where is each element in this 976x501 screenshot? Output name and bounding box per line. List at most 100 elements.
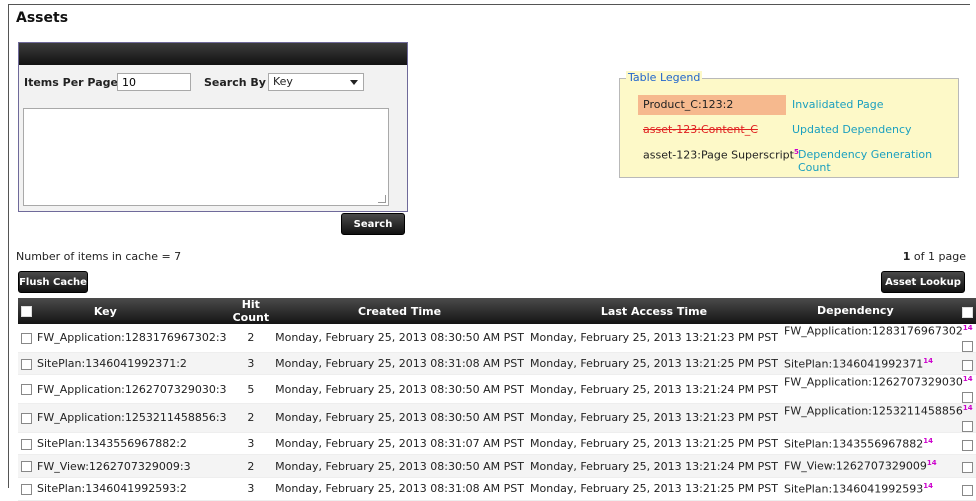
- last-access-time: Monday, February 25, 2013 13:21:23 PM PS…: [530, 331, 778, 345]
- asset-key: FW_View:1262707329009:3: [37, 459, 191, 473]
- dependency-cell: FW_View:126270732900914: [781, 454, 976, 478]
- col-hit-count[interactable]: Hit Count: [229, 298, 273, 324]
- legend-key-updated: asset-123:Content_C: [643, 123, 758, 136]
- legend-desc-invalidated: Invalidated Page: [792, 98, 884, 111]
- key-cell: SitePlan:1343556967882:2: [18, 432, 230, 455]
- table-row[interactable]: FW_Application:1253211458856:3 2 Monday, F…: [18, 403, 976, 433]
- dependency-checkbox[interactable]: [961, 340, 973, 352]
- created-time: Monday, February 25, 2013 08:31:08 AM PS…: [275, 482, 524, 496]
- created-time: Monday, February 25, 2013 08:31:08 AM PS…: [272, 352, 527, 375]
- cache-item-count: Number of items in cache = 7: [16, 250, 182, 263]
- select-all-dependency-checkbox[interactable]: [961, 307, 973, 318]
- hit-count: 5: [247, 382, 255, 396]
- table-row[interactable]: SitePlan:1346041992593:2 3 Monday, Februar…: [18, 478, 976, 501]
- table-row[interactable]: FW_Application:1262707329030:3 5 Monday, F…: [18, 375, 976, 404]
- created-time: Monday, February 25, 2013 08:30:50 AM PS…: [275, 331, 524, 345]
- dependency-cell: FW_Application:128317696730214: [781, 324, 976, 352]
- col-created-time[interactable]: Created Time: [272, 298, 527, 324]
- dependency-checkbox[interactable]: [961, 392, 973, 403]
- search-button[interactable]: Search: [341, 213, 405, 235]
- created-time: Monday, February 25, 2013 08:31:07 AM PS…: [275, 437, 524, 450]
- dependency-link[interactable]: SitePlan:1346041992371: [784, 357, 923, 370]
- legend-desc-generation: Dependency Generation Count: [798, 148, 933, 174]
- key-cell: FW_View:1262707329009:3: [18, 454, 230, 478]
- generation-count: 14: [923, 356, 933, 365]
- table-row[interactable]: SitePlan:1343556967882:2 3 Monday, Februar…: [18, 432, 976, 455]
- resize-grip-icon[interactable]: [378, 195, 386, 203]
- generation-count: 14: [926, 459, 937, 468]
- search-query-textarea[interactable]: [23, 108, 389, 206]
- dependency-checkbox[interactable]: [961, 462, 973, 474]
- key-cell: FW_Application:1283176967302:3: [18, 324, 230, 352]
- search-panel: Items Per Page Search By Key: [18, 42, 408, 212]
- asset-key: SitePlan:1343556967882:2: [37, 437, 187, 450]
- page-current: 1: [902, 250, 911, 263]
- asset-lookup-button[interactable]: Asset Lookup: [881, 271, 965, 293]
- created-time: Monday, February 25, 2013 08:30:50 AM PS…: [272, 403, 527, 433]
- created-time: Monday, February 25, 2013 08:30:50 AM PS…: [275, 382, 524, 396]
- pagination-info: 1 of 1 page: [903, 250, 966, 263]
- chevron-down-icon: [350, 80, 358, 85]
- hit-count: 3: [229, 352, 273, 375]
- dependency-link[interactable]: SitePlan:1346041992593: [784, 483, 923, 496]
- dependency-link[interactable]: FW_Application:1253211458856: [784, 405, 963, 418]
- row-checkbox[interactable]: [21, 438, 32, 450]
- col-key[interactable]: Key: [18, 298, 230, 324]
- dependency-link[interactable]: FW_Application:1262707329030: [784, 376, 963, 389]
- hit-count: 2: [229, 403, 273, 433]
- hit-count: 3: [247, 437, 255, 450]
- last-access-time: Monday, February 25, 2013 13:21:25 PM PS…: [527, 352, 781, 375]
- asset-key: FW_Application:1253211458856:3: [37, 411, 227, 425]
- generation-count: 14: [962, 375, 973, 384]
- items-per-page-input[interactable]: [117, 73, 191, 91]
- last-access-time: Monday, February 25, 2013 13:21:24 PM PS…: [530, 382, 778, 396]
- col-dependency[interactable]: Dependency: [781, 298, 976, 324]
- last-access-time: Monday, February 25, 2013 13:21:25 PM PS…: [530, 482, 778, 496]
- asset-key: FW_Application:1262707329030:3: [37, 382, 227, 396]
- dependency-checkbox[interactable]: [961, 420, 973, 432]
- hit-count: 2: [247, 331, 255, 345]
- dependency-cell: FW_Application:125321145885614: [781, 403, 976, 433]
- legend-key-invalidated: Product_C:123:2: [638, 95, 786, 115]
- table-row[interactable]: SitePlan:1346041992371:2 3 Monday, Februar…: [18, 352, 976, 375]
- page-suffix: of 1 page: [913, 250, 966, 263]
- search-by-value: Key: [273, 75, 293, 88]
- last-access-time: Monday, February 25, 2013 13:21:23 PM PS…: [527, 403, 781, 433]
- dependency-link[interactable]: FW_Application:1283176967302: [784, 325, 963, 338]
- key-cell: FW_Application:1262707329030:3: [18, 375, 230, 404]
- dependency-link[interactable]: FW_View:1262707329009: [784, 460, 927, 473]
- legend-key-generation: asset-123:Page Superscript5: [638, 145, 808, 165]
- last-access-time: Monday, February 25, 2013 13:21:24 PM PS…: [527, 454, 781, 478]
- dependency-cell: FW_Application:126270732903014: [781, 375, 976, 404]
- row-checkbox[interactable]: [21, 332, 32, 344]
- generation-count: 14: [923, 436, 933, 445]
- generation-count: 14: [923, 481, 933, 490]
- col-last-access-time[interactable]: Last Access Time: [527, 298, 781, 324]
- key-cell: SitePlan:1346041992371:2: [18, 352, 230, 375]
- generation-count: 14: [962, 404, 973, 412]
- col-dependency-label: Dependency: [817, 304, 894, 317]
- row-checkbox[interactable]: [21, 412, 32, 424]
- dependency-checkbox[interactable]: [961, 359, 973, 371]
- last-access-time: Monday, February 25, 2013 13:21:25 PM PS…: [530, 437, 778, 450]
- row-checkbox[interactable]: [21, 358, 32, 370]
- key-cell: SitePlan:1346041992593:2: [18, 478, 230, 501]
- row-checkbox[interactable]: [21, 483, 32, 495]
- flush-cache-button[interactable]: Flush Cache: [18, 271, 88, 293]
- search-by-label: Search By: [204, 76, 266, 89]
- table-row[interactable]: FW_Application:1283176967302:3 2 Monday, F…: [18, 324, 976, 353]
- select-all-checkbox[interactable]: [21, 306, 32, 317]
- row-checkbox[interactable]: [21, 461, 32, 473]
- created-time: Monday, February 25, 2013 08:30:50 AM PS…: [272, 454, 527, 478]
- items-per-page-label: Items Per Page: [24, 76, 118, 89]
- dependency-checkbox[interactable]: [961, 484, 973, 496]
- legend-key-generation-text: asset-123:Page Superscript: [643, 148, 794, 162]
- search-by-select[interactable]: Key: [268, 73, 364, 91]
- dependency-cell: SitePlan:134604199237114: [781, 352, 976, 375]
- table-row[interactable]: FW_View:1262707329009:3 2 Monday, February…: [18, 454, 976, 478]
- asset-key: SitePlan:1346041992593:2: [37, 482, 187, 496]
- dependency-checkbox[interactable]: [961, 439, 973, 451]
- dependency-link[interactable]: SitePlan:1343556967882: [784, 437, 923, 450]
- generation-count: 14: [962, 324, 973, 332]
- row-checkbox[interactable]: [21, 384, 32, 396]
